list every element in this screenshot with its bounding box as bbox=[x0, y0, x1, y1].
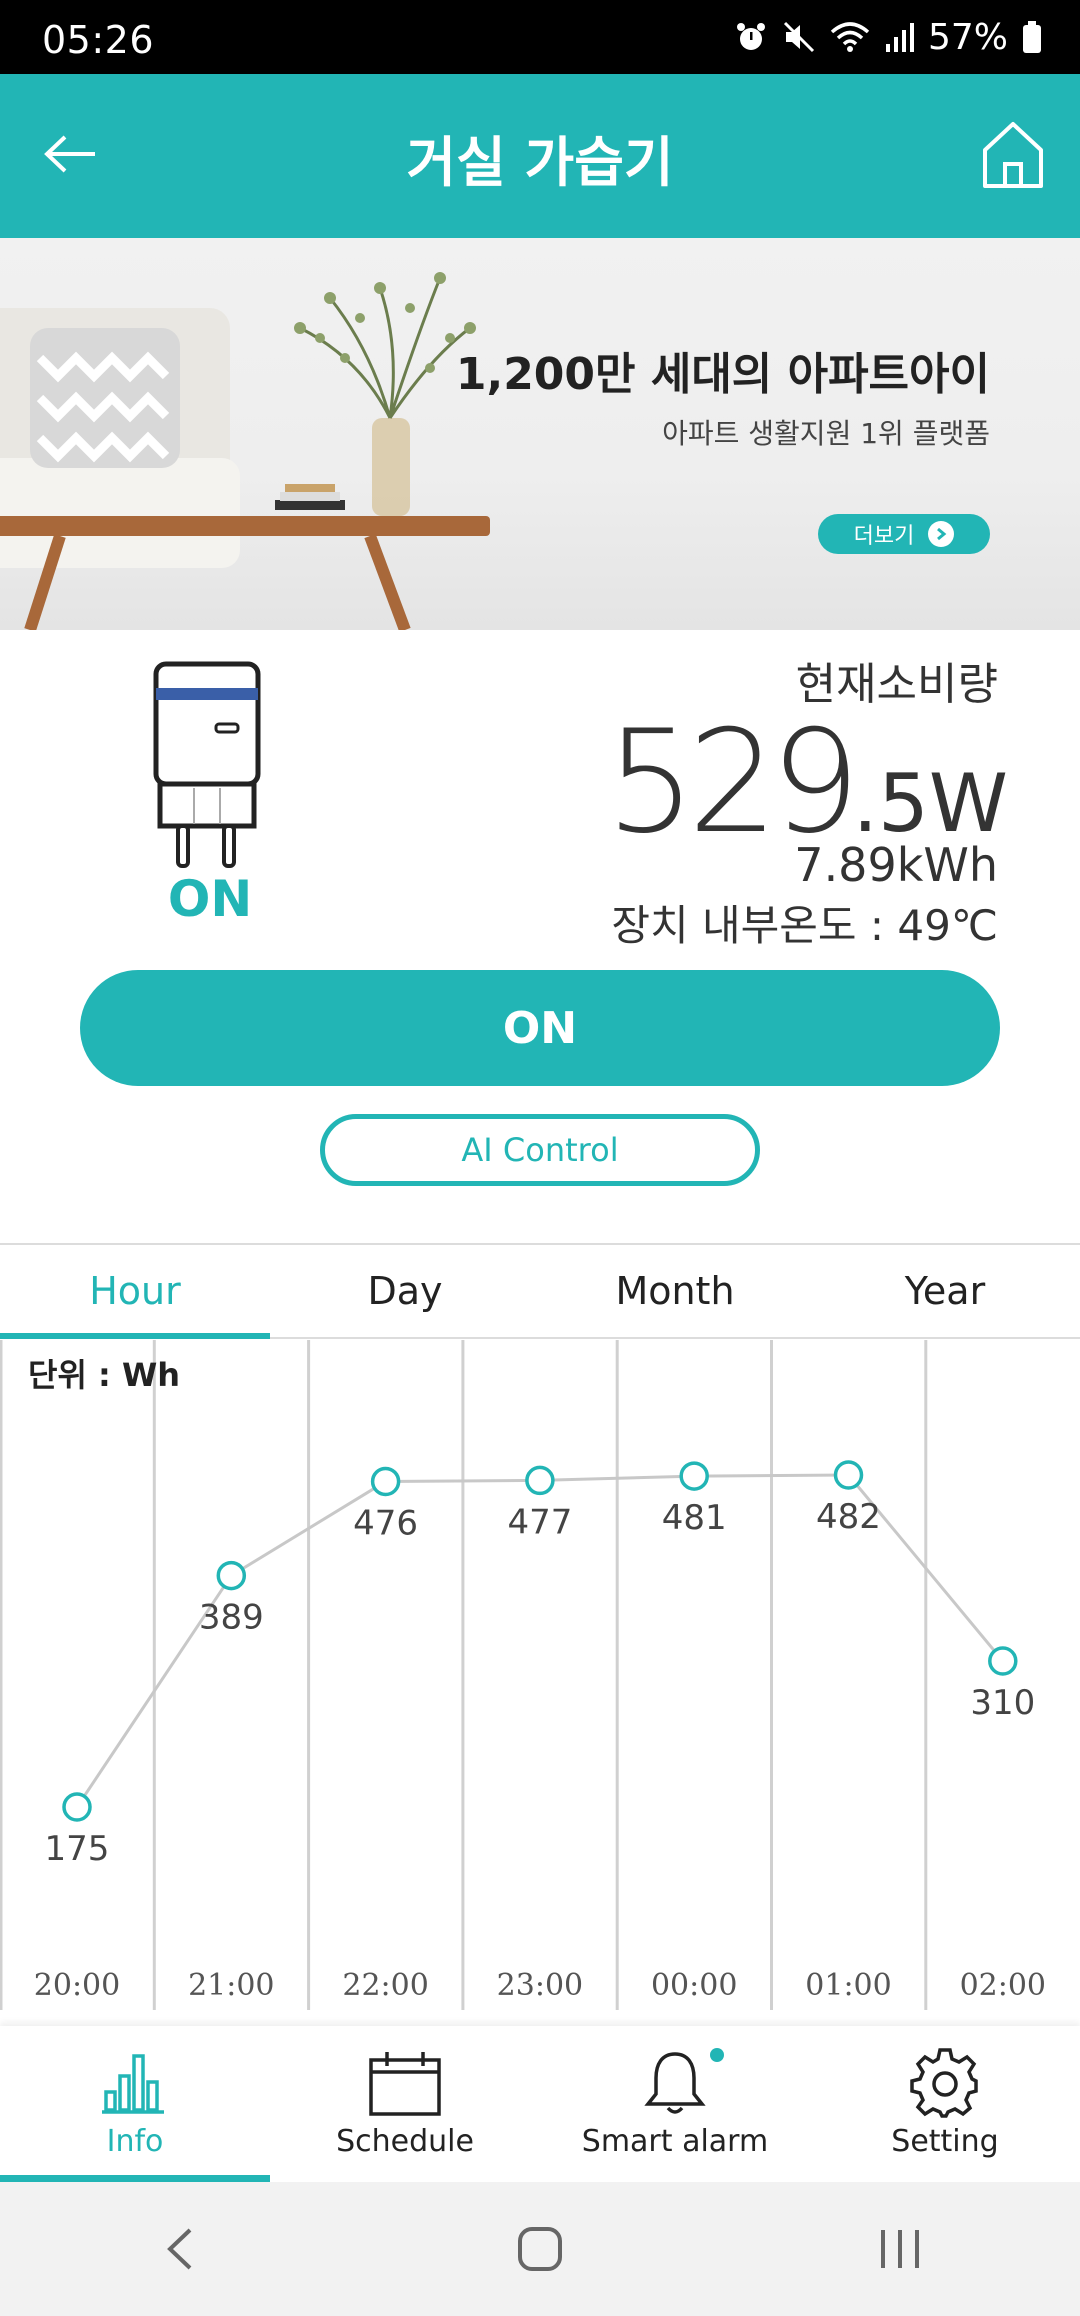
banner-title: 1,200만 세대의 아파트아이 bbox=[455, 349, 990, 400]
status-time: 05:26 bbox=[42, 18, 155, 62]
nav-label-setting: Setting bbox=[891, 2124, 999, 2159]
chart-x-tick-label: 20:00 bbox=[34, 1968, 120, 2003]
bell-icon bbox=[644, 2052, 706, 2114]
chart-data-label: 389 bbox=[199, 1598, 264, 1638]
device-state: ON bbox=[167, 870, 253, 928]
battery-icon bbox=[1022, 20, 1042, 54]
promo-banner[interactable]: 1,200만 세대의 아파트아이 아파트 생활지원 1위 플랫폼 더보기 bbox=[0, 238, 1080, 630]
battery-percent: 57% bbox=[927, 16, 1008, 58]
chart-x-tick-label: 22:00 bbox=[342, 1968, 428, 2003]
calendar-icon bbox=[369, 2052, 441, 2116]
alarm-notification-dot bbox=[710, 2048, 724, 2062]
nav-label-schedule: Schedule bbox=[336, 2124, 474, 2159]
gear-icon bbox=[910, 2048, 978, 2118]
chart-point bbox=[988, 1646, 1018, 1676]
banner-subtitle: 아파트 생활지원 1위 플랫폼 bbox=[662, 417, 990, 450]
nav-schedule[interactable]: Schedule bbox=[270, 2026, 540, 2182]
page-title: 거실 가습기 bbox=[406, 131, 674, 194]
more-label: 더보기 bbox=[853, 524, 915, 549]
tab-month[interactable]: Month bbox=[540, 1245, 810, 1337]
chart-point bbox=[62, 1792, 92, 1822]
back-icon bbox=[167, 2228, 192, 2270]
power-toggle-button[interactable]: ON bbox=[80, 970, 1000, 1086]
tab-day[interactable]: Day bbox=[270, 1245, 540, 1337]
tab-hour[interactable]: Hour bbox=[0, 1245, 270, 1339]
chart-x-tick-label: 00:00 bbox=[651, 1968, 737, 2003]
alarm-icon bbox=[734, 20, 768, 54]
chart-point bbox=[216, 1560, 247, 1591]
bar-chart-icon bbox=[102, 2054, 164, 2114]
mute-icon bbox=[782, 20, 816, 54]
chart-x-tick-label: 23:00 bbox=[497, 1968, 583, 2003]
temperature-value: 장치 내부온도 : 49℃ bbox=[611, 901, 998, 950]
chart-data-label: 481 bbox=[662, 1498, 727, 1538]
chart-data-label: 482 bbox=[816, 1497, 881, 1537]
nav-info[interactable]: Info bbox=[0, 2026, 270, 2182]
hourly-usage-chart: 175 389 476 477 481 482 310 20:00 21:00 22:00 23:0… bbox=[0, 1340, 1046, 2010]
banner-illustration bbox=[0, 272, 490, 630]
nav-label-smart-alarm: Smart alarm bbox=[581, 2124, 769, 2159]
chart-point bbox=[833, 1460, 864, 1490]
chart-x-tick-label: 01:00 bbox=[805, 1968, 891, 2003]
smart-plug-icon bbox=[153, 661, 261, 868]
more-button[interactable]: 더보기 bbox=[818, 514, 990, 554]
bottom-nav: Info Schedule Smart alarm Setting bbox=[0, 2026, 1080, 2182]
home-button[interactable] bbox=[968, 110, 1058, 200]
wifi-icon bbox=[830, 20, 870, 54]
energy-value: 7.89kWh bbox=[794, 838, 998, 892]
app-header: 거실 가습기 bbox=[0, 74, 1080, 238]
system-recents-button[interactable] bbox=[720, 2182, 1080, 2316]
home-circle-icon bbox=[518, 2227, 562, 2271]
nav-label-info: Info bbox=[106, 2124, 164, 2159]
power-decimal: .5W bbox=[852, 757, 1008, 850]
chart-point bbox=[679, 1461, 709, 1491]
system-back-button[interactable] bbox=[0, 2182, 360, 2316]
period-tabs: Hour Day Month Year bbox=[0, 1243, 1080, 1339]
system-nav-bar bbox=[0, 2182, 1080, 2316]
signal-icon bbox=[884, 20, 914, 54]
nav-setting[interactable]: Setting bbox=[810, 2026, 1080, 2182]
chart-x-tick-label: 21:00 bbox=[188, 1968, 274, 2003]
chart-data-label: 476 bbox=[353, 1503, 418, 1543]
chart-x-tick-label: 02:00 bbox=[960, 1968, 1046, 2003]
chart-data-label: 477 bbox=[507, 1502, 572, 1542]
tab-year[interactable]: Year bbox=[810, 1245, 1080, 1337]
ai-control-button[interactable]: AI Control bbox=[320, 1114, 760, 1186]
status-icons: 57% bbox=[734, 14, 1042, 60]
status-bar: 05:26 57% bbox=[0, 0, 1080, 74]
chevron-right-icon bbox=[928, 521, 955, 547]
unit-label: 단위 : Wh bbox=[28, 1356, 181, 1394]
home-icon bbox=[983, 122, 1043, 188]
recents-icon bbox=[881, 2230, 919, 2268]
system-home-button[interactable] bbox=[360, 2182, 720, 2316]
nav-smart-alarm[interactable]: Smart alarm bbox=[540, 2026, 810, 2182]
chart-data-label: 310 bbox=[970, 1683, 1035, 1723]
chart-data-label: 175 bbox=[45, 1829, 110, 1869]
chart-point bbox=[525, 1465, 555, 1496]
chart-point bbox=[370, 1466, 401, 1497]
